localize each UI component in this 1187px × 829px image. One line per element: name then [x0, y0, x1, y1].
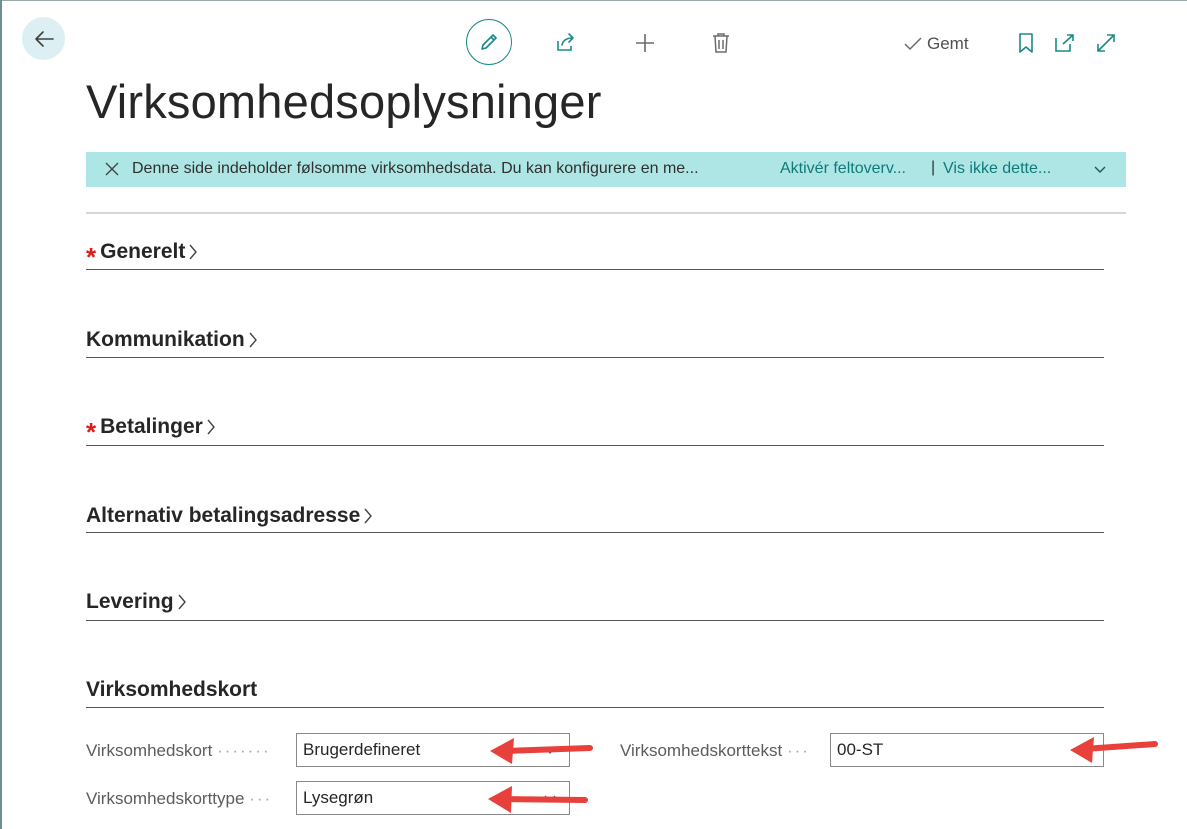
company-badge-type-label: Virksomhedskorttype ···	[86, 789, 272, 809]
new-button[interactable]	[631, 29, 659, 57]
back-button[interactable]	[22, 17, 65, 60]
section-alt-payment-address-header[interactable]: Alternativ betalingsadresse	[86, 501, 1104, 531]
section-alt-payment-address: Alternativ betalingsadresse	[86, 501, 1104, 533]
company-badge-text-label-text: Virksomhedskorttekst	[620, 741, 783, 760]
section-divider	[86, 707, 1104, 708]
section-general-header[interactable]: * Generelt	[86, 237, 1104, 272]
label-leader-dots: ·······	[217, 741, 271, 760]
open-in-new-window-button[interactable]	[1051, 29, 1079, 57]
required-marker: *	[86, 417, 97, 447]
section-general-title: Generelt	[100, 240, 186, 263]
section-company-badge-title: Virksomhedskort	[86, 678, 258, 701]
company-badge-label-text: Virksomhedskort	[86, 741, 213, 760]
company-badge-text-label: Virksomhedskorttekst ···	[620, 741, 810, 761]
bookmark-button[interactable]	[1013, 29, 1039, 57]
expand-icon	[1097, 34, 1115, 52]
section-delivery-header[interactable]: Levering	[86, 587, 1104, 617]
company-badge-text-value: 00-ST	[837, 740, 884, 759]
section-divider	[86, 357, 1104, 358]
section-alt-payment-address-title: Alternativ betalingsadresse	[86, 504, 361, 527]
expand-button[interactable]	[1092, 29, 1120, 57]
banner-separator: |	[931, 159, 936, 176]
company-badge-type-label-text: Virksomhedskorttype	[86, 789, 245, 808]
saved-status: Gemt	[903, 32, 969, 56]
section-divider	[86, 532, 1104, 533]
divider	[86, 212, 1126, 214]
page-title: Virksomhedsoplysninger	[86, 75, 602, 128]
label-leader-dots: ···	[249, 789, 273, 808]
company-badge-label: Virksomhedskort ·······	[86, 741, 271, 761]
delete-button[interactable]	[707, 29, 735, 57]
chevron-right-icon	[363, 506, 375, 526]
section-company-badge: Virksomhedskort	[86, 675, 1104, 708]
annotation-arrow-icon	[490, 738, 593, 764]
close-icon	[105, 162, 119, 176]
banner-message: Denne side indeholder følsomme virksomhe…	[132, 160, 699, 177]
section-divider	[86, 269, 1104, 270]
chevron-right-icon	[177, 592, 189, 612]
required-marker: *	[86, 242, 97, 272]
section-divider	[86, 620, 1104, 621]
chevron-right-icon	[188, 242, 200, 262]
banner-dont-show-link[interactable]: Vis ikke dette...	[943, 160, 1051, 178]
window-left-edge	[0, 0, 2, 829]
company-badge-type-value: Lysegrøn	[303, 788, 374, 807]
banner-expand-button[interactable]	[1092, 162, 1108, 178]
share-icon	[557, 33, 574, 51]
company-badge-text-input[interactable]: 00-ST	[830, 733, 1104, 767]
section-delivery: Levering	[86, 587, 1104, 621]
chevron-down-icon	[1094, 166, 1106, 174]
saved-label: Gemt	[927, 34, 969, 53]
arrow-left-icon	[34, 30, 54, 47]
section-communication-title: Kommunikation	[86, 328, 245, 351]
section-payments-header[interactable]: * Betalinger	[86, 412, 1104, 447]
label-leader-dots: ···	[786, 741, 810, 760]
trash-icon	[713, 33, 729, 53]
section-payments: * Betalinger	[86, 412, 1104, 447]
banner-close-button[interactable]	[104, 161, 120, 177]
section-payments-title: Betalinger	[100, 415, 203, 438]
open-in-new-window-icon	[1055, 34, 1074, 52]
section-communication: Kommunikation	[86, 325, 1104, 358]
checkmark-icon	[904, 37, 922, 51]
section-communication-header[interactable]: Kommunikation	[86, 325, 1104, 355]
window-top-edge	[0, 0, 1187, 1]
bookmark-icon	[1019, 33, 1033, 53]
chevron-right-icon	[206, 417, 218, 437]
section-divider	[86, 445, 1104, 446]
section-delivery-title: Levering	[86, 590, 174, 613]
pencil-icon	[481, 34, 497, 50]
company-badge-value: Brugerdefineret	[303, 740, 421, 759]
edit-button[interactable]	[466, 19, 512, 65]
share-button[interactable]	[552, 29, 580, 57]
plus-icon	[636, 34, 654, 52]
section-company-badge-header[interactable]: Virksomhedskort	[86, 675, 1104, 705]
annotation-arrow-icon	[1070, 737, 1158, 763]
section-general: * Generelt	[86, 237, 1104, 272]
annotation-arrow-icon	[488, 786, 588, 813]
banner-enable-field-monitoring-link[interactable]: Aktivér feltoverv...	[780, 160, 906, 178]
chevron-right-icon	[248, 330, 260, 350]
sensitive-data-banner: Denne side indeholder følsomme virksomhe…	[86, 152, 1126, 187]
